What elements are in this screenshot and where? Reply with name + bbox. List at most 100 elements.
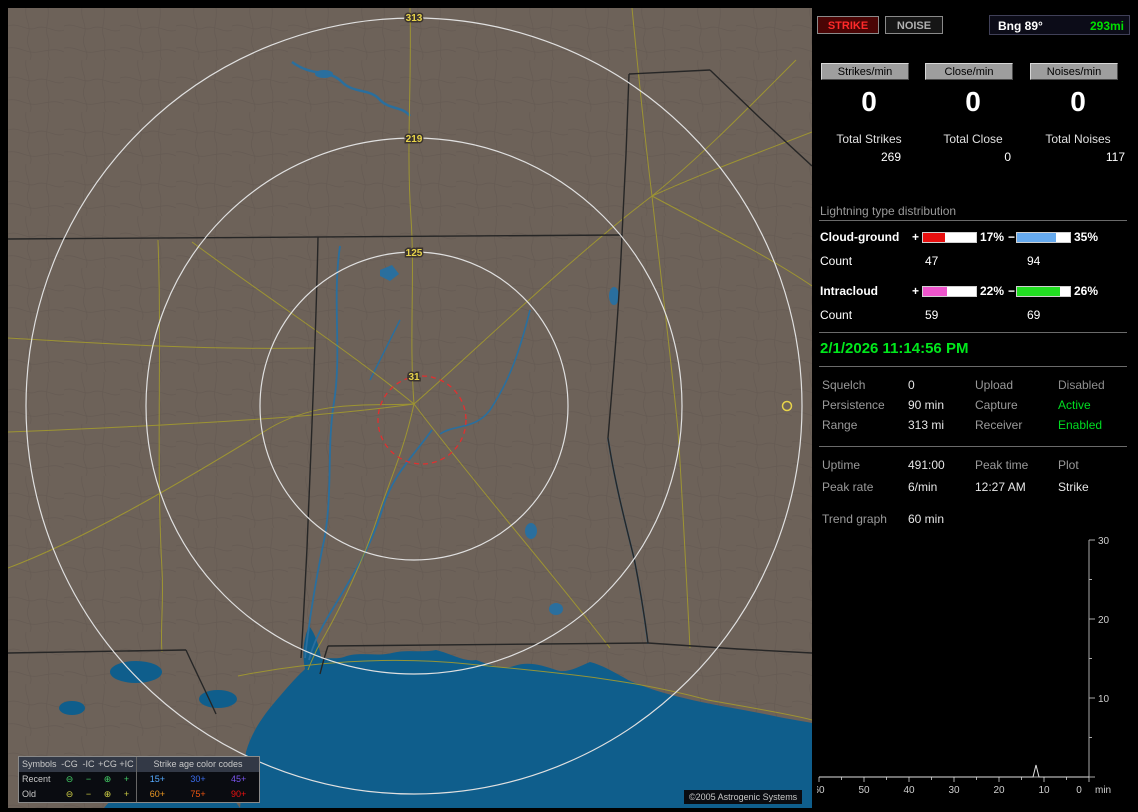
x-tick-10: 10	[1038, 785, 1050, 796]
cg-positive-count: 47	[925, 254, 939, 268]
squelch-label: Squelch	[822, 378, 866, 392]
upload-status: Disabled	[1058, 378, 1105, 392]
bearing-panel: Bng 89° 293mi	[989, 15, 1130, 35]
age-30: 30+	[190, 774, 206, 784]
nexstorm-window: 313 219 125 31 Symbols -CG -IC +CG +IC S…	[0, 0, 1138, 812]
age-60: 60+	[149, 789, 165, 799]
radar-map[interactable]: 313 219 125 31 Symbols -CG -IC +CG +IC S…	[8, 8, 812, 808]
age-75: 75+	[190, 789, 206, 799]
x-axis-unit: min	[1095, 785, 1111, 796]
pos-ic-recent-icon: +	[123, 774, 130, 784]
ring-label-219: 219	[406, 134, 423, 145]
distribution-title: Lightning type distribution	[820, 204, 957, 218]
x-tick-60: 60	[817, 785, 825, 796]
count-label: Count	[820, 308, 853, 322]
plot-value: Strike	[1058, 480, 1089, 494]
total-strikes-label: Total Strikes	[836, 132, 902, 146]
ring-label-31: 31	[408, 372, 420, 383]
uptime-value: 491:00	[908, 458, 945, 472]
divider	[819, 366, 1127, 367]
trend-graph-row: Trend graph 60 min	[817, 512, 1130, 530]
minus-sign: −	[1008, 284, 1016, 298]
neg-ic-recent-icon: −	[85, 774, 92, 784]
total-close-value: 0	[1004, 150, 1011, 164]
cg-negative-bar	[1016, 232, 1071, 243]
strikes-per-min-button[interactable]: Strikes/min	[821, 63, 909, 80]
status-row-range: Range 313 mi Receiver Enabled	[817, 418, 1130, 436]
x-tick-40: 40	[903, 785, 915, 796]
minus-sign: −	[1008, 230, 1016, 244]
neg-cg-old-icon: ⊖	[65, 789, 74, 799]
map-canvas: 313 219 125 31	[8, 8, 812, 808]
ring-label-313: 313	[406, 13, 423, 24]
cg-positive-bar-fill	[923, 233, 946, 242]
trend-graph-value: 60 min	[908, 512, 945, 526]
intracloud-label: Intracloud	[820, 284, 879, 298]
stats-row-peak-rate: Peak rate 6/min 12:27 AM Strike	[817, 480, 1130, 498]
peak-rate-label: Peak rate	[822, 480, 874, 494]
legend-col-pos-cg: +CG	[98, 759, 117, 769]
receiver-status: Enabled	[1058, 418, 1103, 432]
status-row-persistence: Persistence 90 min Capture Active	[817, 398, 1130, 416]
total-noises-value: 117	[1105, 150, 1125, 164]
count-label: Count	[820, 254, 853, 268]
x-tick-20: 20	[993, 785, 1005, 796]
copyright-text: ©2005 Astrogenic Systems	[684, 790, 803, 804]
bearing-distance: 293mi	[1089, 19, 1124, 33]
cg-negative-count: 94	[1027, 254, 1041, 268]
cg-negative-bar-fill	[1017, 233, 1056, 242]
capture-status: Active	[1058, 398, 1091, 412]
cg-positive-bar	[922, 232, 977, 243]
stats-row-uptime: Uptime 491:00 Peak time Plot	[817, 458, 1130, 476]
legend-old-label: Old	[22, 789, 37, 799]
trend-graph-label: Trend graph	[822, 512, 887, 526]
close-per-min-value: 0	[965, 86, 981, 117]
peak-rate-value: 6/min	[908, 480, 938, 494]
y-tick-30: 30	[1098, 536, 1110, 547]
legend-recent-label: Recent	[22, 774, 51, 784]
persistence-label: Persistence	[822, 398, 885, 412]
ic-negative-bar	[1016, 286, 1071, 297]
ic-negative-pct: 26%	[1074, 284, 1099, 298]
trend-strike-trace	[819, 764, 1089, 778]
age-90: 90+	[231, 789, 247, 799]
cg-negative-pct: 35%	[1074, 230, 1099, 244]
noises-per-min-button[interactable]: Noises/min	[1030, 63, 1118, 80]
capture-label: Capture	[975, 398, 1018, 412]
trend-graph: 30 20 10 60 50 40 30 20 10 0 min	[817, 536, 1111, 796]
sidebar: STRIKE NOISE Bng 89° 293mi Strikes/min C…	[817, 8, 1130, 804]
x-tick-0: 0	[1076, 785, 1082, 796]
range-value: 313 mi	[908, 418, 945, 432]
y-tick-10: 10	[1098, 694, 1110, 705]
cloud-ground-label: Cloud-ground	[820, 230, 900, 244]
age-45: 45+	[231, 774, 247, 784]
pos-cg-old-icon: ⊕	[103, 789, 112, 799]
total-close-label: Total Close	[943, 132, 1003, 146]
age-15: 15+	[149, 774, 165, 784]
datetime-display: 2/1/2026 11:14:56 PM	[820, 340, 969, 357]
intracloud-row: Intracloud + 22% − 26%	[817, 284, 1130, 300]
close-per-min-button[interactable]: Close/min	[925, 63, 1013, 80]
cloud-ground-count-row: Count 47 94	[817, 254, 1130, 270]
total-noises-label: Total Noises	[1045, 132, 1111, 146]
divider	[819, 332, 1127, 333]
legend-symbols-header: Symbols	[22, 759, 57, 769]
trend-axes	[818, 539, 1095, 782]
ic-positive-count: 59	[925, 308, 939, 322]
ic-negative-count: 69	[1027, 308, 1041, 322]
x-tick-50: 50	[858, 785, 870, 796]
upload-label: Upload	[975, 378, 1014, 392]
divider	[819, 220, 1127, 221]
plot-label: Plot	[1058, 458, 1079, 472]
total-strikes-value: 269	[880, 150, 901, 164]
noises-per-min-value: 0	[1070, 86, 1086, 117]
strike-mode-button[interactable]: STRIKE	[817, 16, 879, 34]
receiver-label: Receiver	[975, 418, 1023, 432]
cg-positive-pct: 17%	[980, 230, 1005, 244]
plus-sign: +	[912, 284, 920, 298]
legend-col-neg-cg: -CG	[61, 759, 78, 769]
noise-mode-button[interactable]: NOISE	[885, 16, 943, 34]
legend-age-title: Strike age color codes	[136, 757, 259, 772]
squelch-value: 0	[908, 378, 915, 392]
uptime-label: Uptime	[822, 458, 861, 472]
